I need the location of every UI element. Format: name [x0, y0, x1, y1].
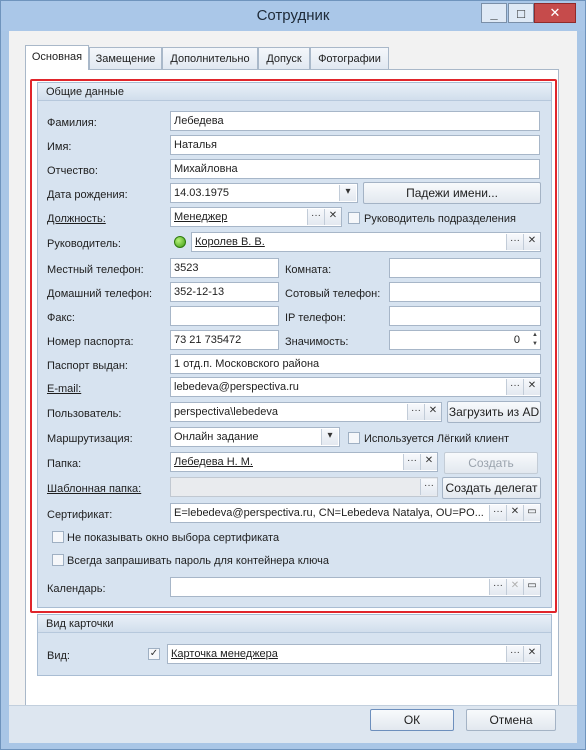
close-icon: ✕ — [549, 5, 561, 20]
close-button[interactable]: ✕ — [534, 3, 576, 23]
view-label: Вид: — [47, 650, 70, 662]
ellipsis-icon[interactable]: ··· — [506, 646, 523, 662]
tab-substitution[interactable]: Замещение — [89, 47, 162, 69]
tab-access[interactable]: Допуск — [258, 47, 310, 69]
view-field[interactable]: Карточка менеджера ··· ✕ — [167, 644, 541, 664]
tab-main[interactable]: Основная — [25, 45, 89, 70]
red-highlight-frame — [30, 79, 557, 613]
maximize-icon: □ — [517, 5, 525, 21]
view-value[interactable]: Карточка менеджера — [171, 648, 278, 660]
clear-icon[interactable]: ✕ — [523, 646, 540, 662]
maximize-button[interactable]: □ — [508, 3, 534, 23]
minimize-button[interactable]: _ — [481, 3, 507, 23]
minimize-icon: _ — [490, 5, 498, 21]
cancel-button[interactable]: Отмена — [466, 709, 556, 731]
employee-window: Сотрудник _ □ ✕ Основная Замещение Допол… — [0, 0, 586, 750]
title-bar[interactable]: Сотрудник _ □ ✕ — [1, 1, 585, 31]
card-view-title: Вид карточки — [38, 615, 551, 633]
view-checkbox[interactable]: ✓ — [148, 648, 160, 660]
tab-additional[interactable]: Дополнительно — [162, 47, 258, 69]
tab-photos[interactable]: Фотографии — [310, 47, 389, 69]
ok-button[interactable]: ОК — [370, 709, 454, 731]
